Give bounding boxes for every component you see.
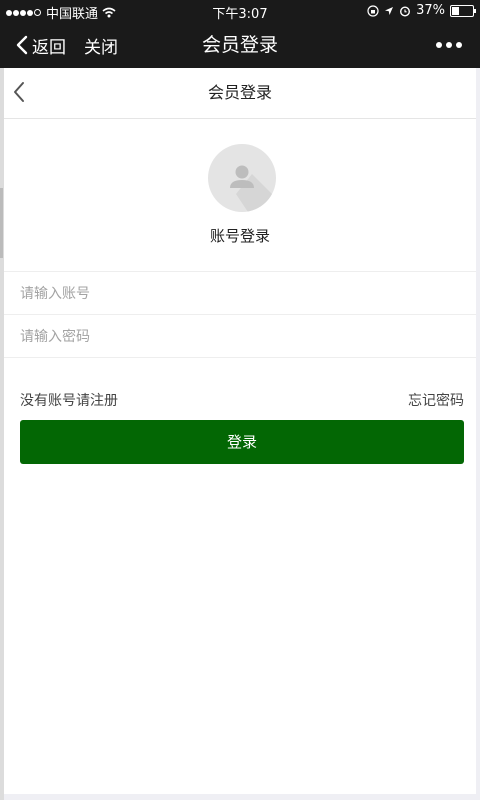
status-bar: 中国联通 下午3:07 37% [0, 0, 480, 22]
register-link[interactable]: 没有账号请注册 [20, 390, 118, 410]
battery-percent: 37% [416, 3, 445, 18]
password-input[interactable] [18, 315, 462, 359]
nav-title: 会员登录 [201, 34, 278, 56]
user-silhouette-icon [230, 165, 276, 212]
alarm-icon [400, 5, 411, 17]
page-header: 会员登录 [4, 68, 476, 119]
location-arrow-icon [385, 6, 394, 15]
status-right: 37% [367, 3, 476, 18]
login-title: 账号登录 [209, 227, 270, 245]
page-content: 会员登录 账号登录 没有账号请注册 忘记密码 登录 [4, 68, 476, 794]
account-field [4, 271, 476, 316]
battery-fill [452, 6, 459, 15]
avatar [208, 144, 276, 212]
more-dots-icon[interactable] [436, 22, 462, 68]
login-button[interactable]: 登录 [20, 420, 464, 464]
password-field [4, 314, 476, 359]
lock-rotation-icon [367, 4, 379, 17]
battery-icon [450, 4, 476, 17]
scrollbar[interactable] [0, 188, 3, 258]
navigation-bar: 返回 关闭 会员登录 [0, 22, 480, 68]
forgot-password-link[interactable]: 忘记密码 [408, 390, 464, 410]
account-input[interactable] [18, 272, 462, 316]
page-title: 会员登录 [207, 83, 272, 102]
